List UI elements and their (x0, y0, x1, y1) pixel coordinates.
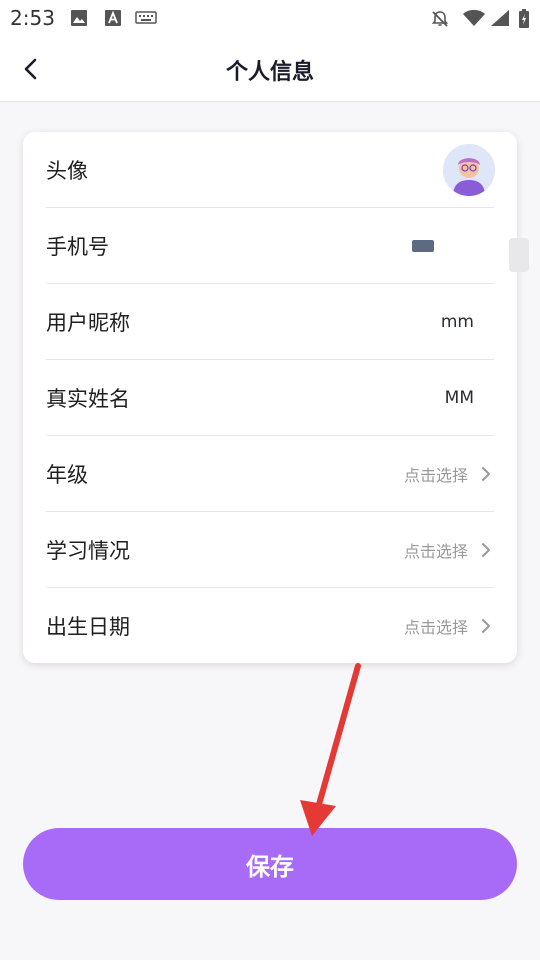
study-status-hint: 点击选择 (403, 541, 468, 561)
avatar[interactable] (443, 143, 495, 196)
row-avatar[interactable]: 头像 (46, 132, 495, 208)
bell-off-icon (431, 11, 449, 27)
chevron-right-icon (482, 466, 490, 481)
grade-hint: 点击选择 (403, 465, 468, 485)
row-label: 手机号 (46, 234, 109, 259)
row-birth-date[interactable]: 出生日期 点击选择 (46, 588, 494, 664)
status-time: 2:53 (10, 6, 55, 30)
row-nickname[interactable]: 用户昵称 mm (46, 284, 494, 360)
row-label: 出生日期 (46, 615, 130, 639)
nickname-value: mm (440, 311, 474, 332)
row-grade[interactable]: 年级 点击选择 (46, 436, 494, 512)
chevron-right-icon (482, 542, 490, 557)
row-label: 年级 (46, 462, 88, 487)
scroll-handle[interactable] (509, 238, 529, 272)
phone-value-masked (412, 239, 434, 252)
header: 个人信息 (0, 36, 540, 102)
wifi-icon (463, 9, 485, 26)
avatar-image (443, 143, 495, 196)
real-name-value: MM (444, 387, 474, 408)
battery-icon (519, 9, 529, 28)
status-bar: 2:53 (0, 0, 540, 36)
keyboard-icon (135, 11, 157, 24)
page-title: 个人信息 (225, 60, 314, 85)
row-label: 用户昵称 (46, 310, 130, 335)
profile-card: 头像 手机号 用户昵称 mm 真实姓名 MM 年级 点击选择 学习情况 点击选择… (23, 132, 517, 663)
row-label: 头像 (46, 158, 88, 183)
row-label: 真实姓名 (46, 386, 130, 411)
row-study-status[interactable]: 学习情况 点击选择 (46, 512, 494, 588)
page: 2:53 个人信息 头像 手机号 用户昵称 mm 真实姓名 MM 年级 点击选择… (0, 0, 540, 960)
chevron-right-icon (482, 619, 490, 633)
row-phone[interactable]: 手机号 (46, 208, 494, 284)
signal-icon (491, 10, 509, 26)
birth-date-hint: 点击选择 (403, 618, 468, 637)
save-button[interactable]: 保存 (23, 828, 517, 900)
row-label: 学习情况 (46, 538, 130, 563)
image-icon (71, 10, 87, 26)
a-badge-icon (105, 10, 121, 26)
row-real-name[interactable]: 真实姓名 MM (46, 360, 494, 436)
